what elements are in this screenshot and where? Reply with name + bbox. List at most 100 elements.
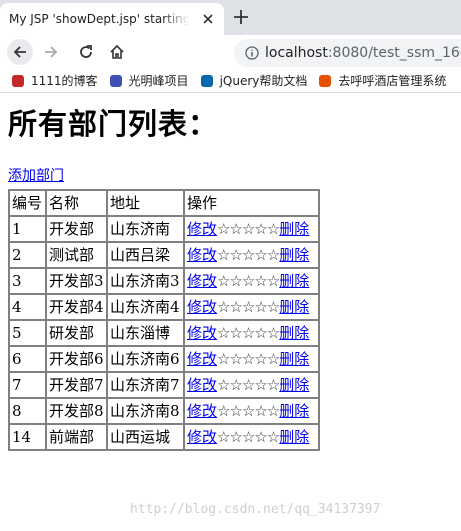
bookmark-label: 去呼呼酒店管理系统: [338, 74, 447, 88]
new-tab-button[interactable]: [230, 6, 252, 28]
browser-toolbar: localhost:8080/test_ssm_16qr: [0, 35, 461, 69]
edit-link[interactable]: 修改: [187, 246, 217, 264]
close-icon[interactable]: [198, 9, 218, 29]
table-row: 3 开发部3 山东济南3 修改☆☆☆☆☆删除: [9, 268, 319, 294]
cell-name: 开发部8: [46, 398, 107, 424]
url-path: :8080/test_ssm_16qr: [327, 45, 461, 61]
bookmark-item[interactable]: 1111的博客: [10, 72, 98, 89]
cell-name: 开发部: [46, 216, 107, 242]
bookmark-item[interactable]: 去呼呼酒店管理系统: [317, 72, 446, 89]
cell-name: 开发部4: [46, 294, 107, 320]
cell-id: 7: [9, 372, 46, 398]
cell-id: 4: [9, 294, 46, 320]
cell-actions: 修改☆☆☆☆☆删除: [184, 320, 319, 346]
cell-actions: 修改☆☆☆☆☆删除: [184, 242, 319, 268]
edit-link[interactable]: 修改: [187, 350, 217, 368]
reload-button[interactable]: [73, 39, 99, 65]
table-row: 4 开发部4 山东济南4 修改☆☆☆☆☆删除: [9, 294, 319, 320]
cell-address: 山东济南6: [107, 346, 184, 372]
browser-tab[interactable]: My JSP 'showDept.jsp' starting page: [0, 3, 224, 35]
delete-link[interactable]: 删除: [279, 376, 309, 394]
delete-link[interactable]: 删除: [279, 220, 309, 238]
star-separator: ☆☆☆☆☆: [217, 402, 280, 420]
cell-address: 山东济南4: [107, 294, 184, 320]
header-actions: 操作: [184, 190, 319, 216]
department-table: 编号 名称 地址 操作 1 开发部 山东济南 修改☆☆☆☆☆删除 2 测试部 山西吕梁 修改☆…: [8, 189, 320, 451]
delete-link[interactable]: 删除: [279, 246, 309, 264]
jquery-bookmark-icon: [199, 73, 215, 89]
edit-link[interactable]: 修改: [187, 376, 217, 394]
bookmark-label: jQuery帮助文档: [219, 74, 308, 88]
cell-name: 开发部6: [46, 346, 107, 372]
forward-button[interactable]: [38, 39, 64, 65]
table-row: 1 开发部 山东济南 修改☆☆☆☆☆删除: [9, 216, 319, 242]
csdn-bookmark-icon: [10, 73, 26, 89]
bookmark-item[interactable]: 光明峰项目: [108, 72, 189, 89]
cell-address: 山西吕梁: [107, 242, 184, 268]
arrow-right-icon: [45, 46, 58, 58]
table-row: 2 测试部 山西吕梁 修改☆☆☆☆☆删除: [9, 242, 319, 268]
delete-link[interactable]: 删除: [279, 324, 309, 342]
cell-actions: 修改☆☆☆☆☆删除: [184, 346, 319, 372]
star-separator: ☆☆☆☆☆: [217, 428, 280, 446]
star-separator: ☆☆☆☆☆: [217, 272, 280, 290]
edit-link[interactable]: 修改: [187, 272, 217, 290]
delete-link[interactable]: 删除: [279, 428, 309, 446]
page-title: 所有部门列表：: [8, 107, 219, 141]
info-icon[interactable]: [245, 46, 259, 60]
header-name: 名称: [46, 190, 107, 216]
bookmark-item[interactable]: jQuery帮助文档: [199, 72, 308, 89]
cell-id: 2: [9, 242, 46, 268]
table-row: 6 开发部6 山东济南6 修改☆☆☆☆☆删除: [9, 346, 319, 372]
home-icon: [110, 44, 124, 59]
add-department-link[interactable]: 添加部门: [8, 166, 64, 186]
cell-address: 山东济南7: [107, 372, 184, 398]
address-bar[interactable]: localhost:8080/test_ssm_16qr: [234, 39, 461, 67]
edit-link[interactable]: 修改: [187, 220, 217, 238]
url-text: localhost:8080/test_ssm_16qr: [265, 45, 461, 61]
bookmark-label: 光明峰项目: [128, 74, 189, 88]
back-button[interactable]: [7, 39, 33, 65]
star-separator: ☆☆☆☆☆: [217, 246, 280, 264]
edit-link[interactable]: 修改: [187, 402, 217, 420]
star-separator: ☆☆☆☆☆: [217, 376, 280, 394]
plus-icon: [234, 10, 248, 24]
cell-actions: 修改☆☆☆☆☆删除: [184, 398, 319, 424]
delete-link[interactable]: 删除: [279, 402, 309, 420]
url-host: localhost: [265, 45, 328, 61]
tab-strip: My JSP 'showDept.jsp' starting page: [0, 0, 461, 35]
globe-bookmark-icon: [108, 73, 124, 89]
cell-name: 研发部: [46, 320, 107, 346]
delete-link[interactable]: 删除: [279, 350, 309, 368]
tab-title: My JSP 'showDept.jsp' starting page: [9, 12, 189, 26]
bookmark-label: 1111的博客: [31, 74, 98, 88]
arrow-left-icon: [13, 46, 26, 58]
cell-actions: 修改☆☆☆☆☆删除: [184, 424, 319, 450]
header-id: 编号: [9, 190, 46, 216]
cell-id: 3: [9, 268, 46, 294]
star-separator: ☆☆☆☆☆: [217, 298, 280, 316]
table-row: 14 前端部 山西运城 修改☆☆☆☆☆删除: [9, 424, 319, 450]
delete-link[interactable]: 删除: [279, 298, 309, 316]
edit-link[interactable]: 修改: [187, 428, 217, 446]
table-row: 7 开发部7 山东济南7 修改☆☆☆☆☆删除: [9, 372, 319, 398]
cell-name: 开发部3: [46, 268, 107, 294]
cell-id: 8: [9, 398, 46, 424]
cell-address: 山西运城: [107, 424, 184, 450]
watermark: http://blog.csdn.net/qq_34137397: [130, 502, 381, 517]
table-header-row: 编号 名称 地址 操作: [9, 190, 319, 216]
home-button[interactable]: [104, 39, 130, 65]
star-separator: ☆☆☆☆☆: [217, 220, 280, 238]
cell-address: 山东淄博: [107, 320, 184, 346]
edit-link[interactable]: 修改: [187, 324, 217, 342]
delete-link[interactable]: 删除: [279, 272, 309, 290]
cell-address: 山东济南3: [107, 268, 184, 294]
bookmarks-bar: 1111的博客 光明峰项目 jQuery帮助文档 去呼呼酒店管理系统: [0, 69, 461, 93]
star-separator: ☆☆☆☆☆: [217, 324, 280, 342]
cell-id: 5: [9, 320, 46, 346]
cell-id: 6: [9, 346, 46, 372]
edit-link[interactable]: 修改: [187, 298, 217, 316]
cell-actions: 修改☆☆☆☆☆删除: [184, 216, 319, 242]
cell-address: 山东济南8: [107, 398, 184, 424]
cell-actions: 修改☆☆☆☆☆删除: [184, 372, 319, 398]
